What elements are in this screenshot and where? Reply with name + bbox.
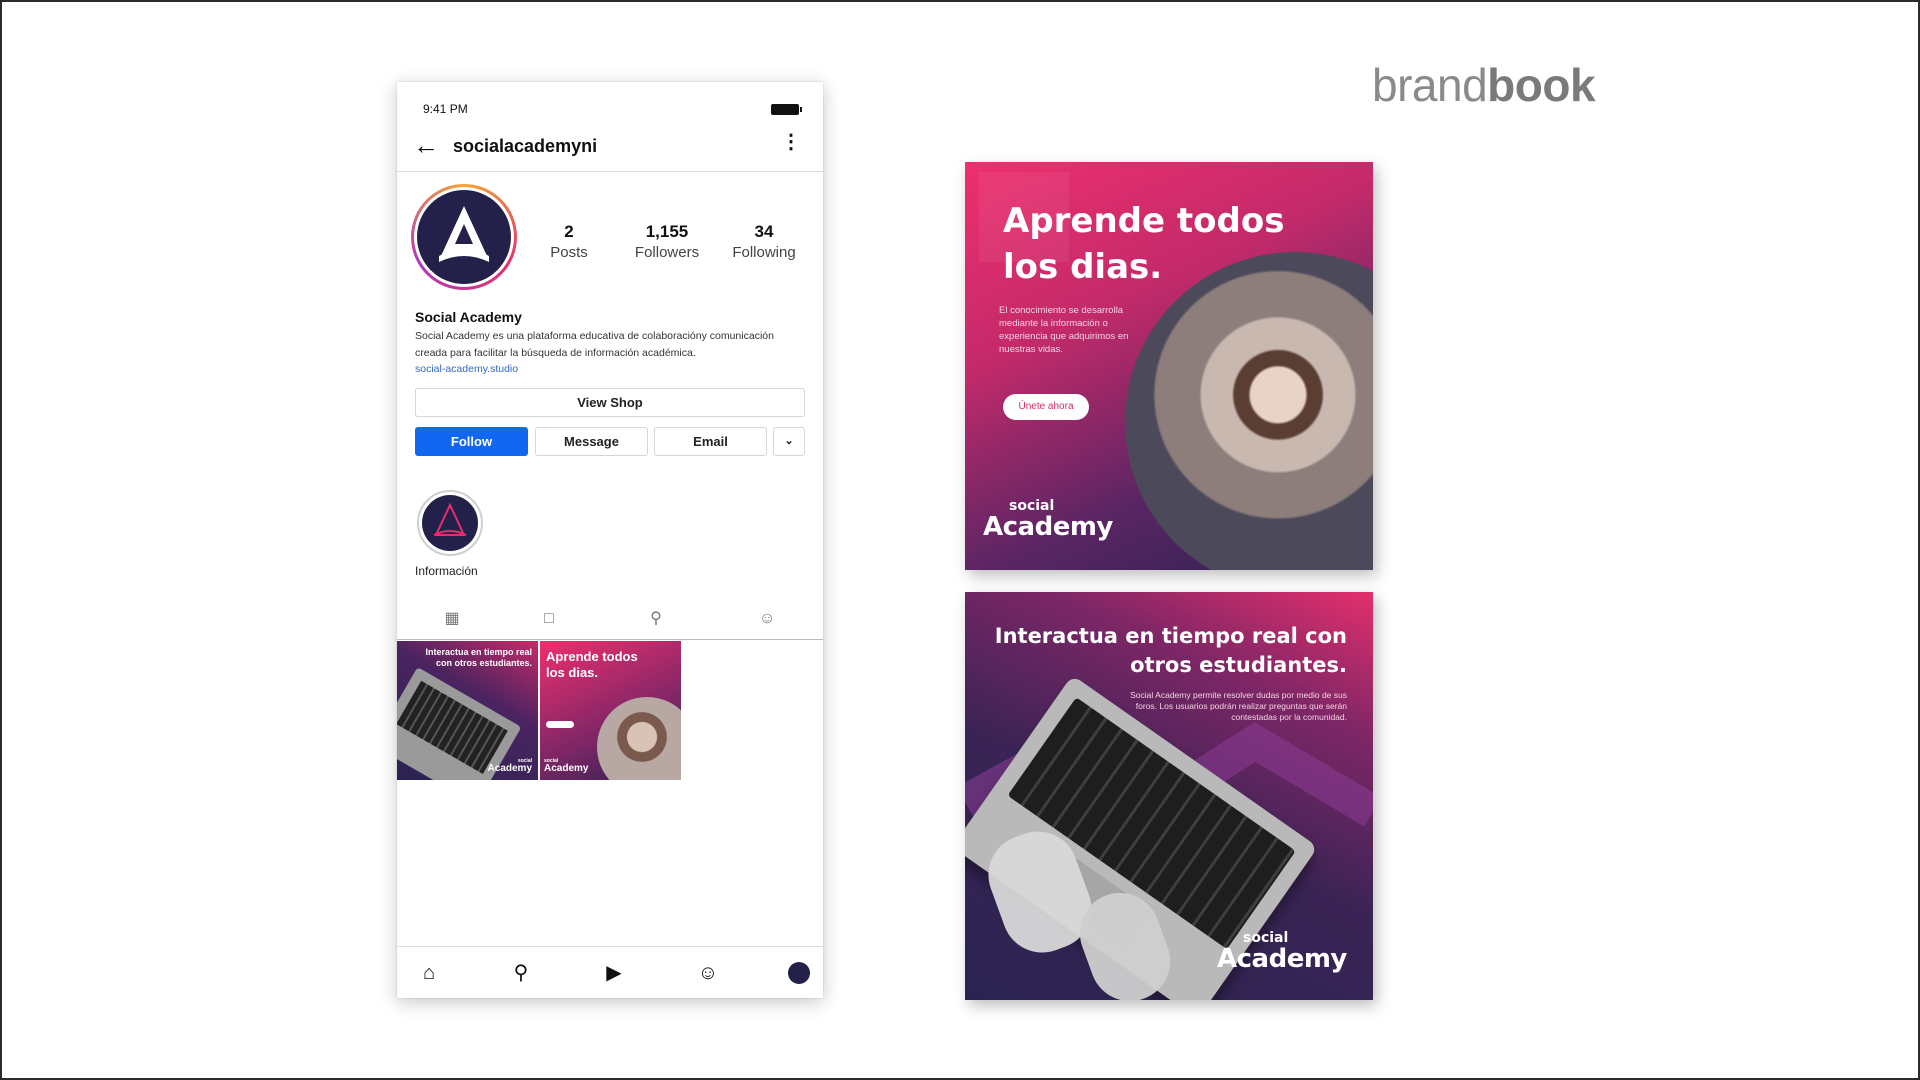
brandbook-logo: brandbook — [1372, 58, 1596, 112]
post1-title: Aprende todos los dias. — [1003, 198, 1284, 290]
post-thumbnail[interactable]: Interactua en tiempo real con otros estu… — [397, 641, 538, 780]
bio-link[interactable]: social-academy.studio — [415, 363, 518, 375]
status-time: 9:41 PM — [423, 102, 468, 116]
email-button[interactable]: Email — [654, 427, 767, 456]
stat-following-value: 34 — [754, 222, 774, 241]
stat-posts[interactable]: 2 Posts — [524, 222, 614, 261]
bio-text: Social Academy es una plataforma educati… — [415, 330, 774, 359]
battery-icon — [771, 104, 802, 115]
chevron-down-icon[interactable]: ⌄ — [773, 427, 805, 456]
logo-big-text: Academy — [983, 512, 1113, 542]
bio-name: Social Academy — [415, 309, 522, 325]
stat-followers[interactable]: 1,155 Followers — [622, 222, 712, 261]
post1-title-line1: Aprende todos — [1003, 201, 1285, 241]
post1-title-line2: los dias. — [1003, 247, 1163, 287]
stat-following-label: Following — [732, 244, 796, 261]
thumb-title: Aprende todos los dias. — [546, 649, 638, 680]
highlight-label: Información — [415, 564, 478, 578]
post-thumbnail[interactable]: Aprende todos los dias. social Academy — [540, 641, 681, 780]
home-icon[interactable]: ⌂ — [415, 959, 443, 987]
profile-tabs: ▦ □ ⚲ ☺ — [397, 600, 823, 640]
thumb-title: Interactua en tiempo real con otros estu… — [425, 647, 532, 668]
follow-button[interactable]: Follow — [415, 427, 528, 456]
stat-posts-label: Posts — [550, 244, 588, 261]
profile-avatar-icon[interactable] — [785, 959, 813, 987]
stat-followers-label: Followers — [634, 244, 700, 261]
tagged-tab-icon[interactable]: ☺ — [756, 608, 778, 630]
more-options-icon[interactable]: ⋮ — [781, 132, 801, 152]
profile-avatar[interactable] — [411, 184, 517, 290]
instagram-profile-mockup: 9:41 PM ← socialacademyni ⋮ 2 Posts 1,15… — [397, 82, 823, 998]
post2-title: Interactua en tiempo real con otros estu… — [995, 622, 1347, 680]
stat-followers-value: 1,155 — [645, 222, 689, 241]
thumb-cta — [546, 721, 574, 728]
stat-posts-value: 2 — [564, 222, 574, 241]
grid-tab-icon[interactable]: ▦ — [441, 608, 463, 630]
academy-logo-icon — [439, 206, 489, 262]
search-icon[interactable]: ⚲ — [507, 959, 535, 987]
profile-username: socialacademyni — [453, 136, 598, 156]
students-photo — [1125, 252, 1373, 570]
bottom-navigation: ⌂ ⚲ ▶ ☺ — [397, 946, 823, 998]
thumb-logo: social Academy — [487, 758, 532, 774]
message-button[interactable]: Message — [535, 427, 648, 456]
post1-text: El conocimiento se desarrolla mediante l… — [999, 305, 1129, 355]
stat-following[interactable]: 34 Following — [719, 222, 809, 261]
join-now-button[interactable]: Únete ahora — [1003, 394, 1089, 420]
students-photo — [597, 697, 681, 780]
back-arrow-icon[interactable]: ← — [413, 132, 439, 158]
logo-small-text: social — [1009, 498, 1055, 514]
social-post-interact: Interactua en tiempo real con otros estu… — [965, 592, 1373, 1000]
post2-title-line2: otros estudiantes. — [1130, 653, 1347, 677]
view-shop-button[interactable]: View Shop — [415, 388, 805, 417]
brand-bold: book — [1487, 59, 1596, 111]
reels-icon[interactable]: ▶ — [600, 959, 628, 987]
reels-tab-icon[interactable]: □ — [538, 608, 560, 630]
social-post-learn: Aprende todos los dias. El conocimiento … — [965, 162, 1373, 570]
location-tab-icon[interactable]: ⚲ — [645, 608, 667, 630]
logo-big-text: Academy — [1217, 944, 1347, 974]
shop-bag-icon[interactable]: ☺ — [694, 959, 722, 987]
highlight-logo-icon — [433, 502, 467, 536]
social-academy-logo: social Academy — [1217, 930, 1347, 974]
canvas: brandbook 9:41 PM ← socialacademyni ⋮ 2 … — [0, 0, 1920, 1080]
post2-title-line1: Interactua en tiempo real con — [994, 624, 1347, 648]
social-academy-logo: social Academy — [983, 498, 1113, 542]
brand-light: brand — [1372, 59, 1488, 111]
thumb-logo: social Academy — [544, 758, 589, 774]
logo-small-text: social — [1243, 930, 1289, 946]
story-highlight[interactable] — [417, 490, 483, 556]
post2-text: Social Academy permite resolver dudas po… — [1130, 690, 1347, 722]
profile-header: ← socialacademyni ⋮ — [397, 122, 823, 172]
